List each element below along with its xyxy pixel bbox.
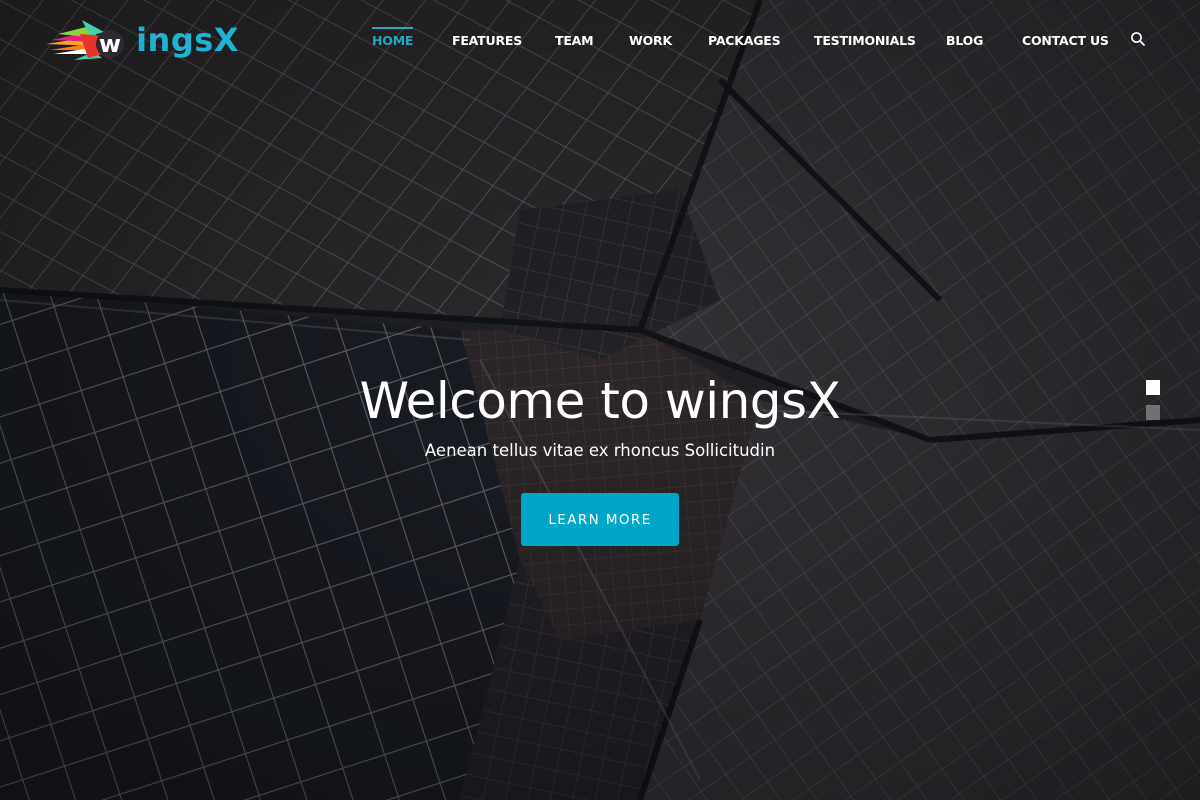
brand-logo[interactable]: w wingsX bbox=[44, 18, 238, 64]
slider-dot-2[interactable] bbox=[1146, 405, 1160, 420]
slider-dot-1[interactable] bbox=[1146, 380, 1160, 395]
nav-item-contact-us[interactable]: CONTACT US bbox=[1022, 33, 1109, 48]
learn-more-button[interactable]: LEARN MORE bbox=[521, 493, 679, 546]
nav-item-testimonials[interactable]: TESTIMONIALS bbox=[814, 33, 916, 48]
slider-pagination bbox=[1146, 380, 1160, 430]
hero-title: Welcome to wingsX bbox=[359, 372, 841, 430]
search-icon[interactable] bbox=[1130, 31, 1146, 47]
nav-item-home[interactable]: HOME bbox=[372, 26, 414, 48]
nav-item-blog[interactable]: BLOG bbox=[946, 33, 983, 48]
nav-item-team[interactable]: TEAM bbox=[555, 33, 594, 48]
site-header: w wingsX HOME FEATURES TEAM WORK PACKAGE… bbox=[0, 0, 1200, 80]
nav-item-packages[interactable]: PACKAGES bbox=[708, 33, 781, 48]
nav-item-features[interactable]: FEATURES bbox=[452, 33, 522, 48]
brand-name: wingsX bbox=[136, 21, 239, 59]
main-nav: HOME FEATURES TEAM WORK PACKAGES TESTIMO… bbox=[372, 26, 1109, 50]
nav-item-work[interactable]: WORK bbox=[629, 33, 672, 48]
hero-subtitle: Aenean tellus vitae ex rhoncus Sollicitu… bbox=[424, 441, 776, 460]
